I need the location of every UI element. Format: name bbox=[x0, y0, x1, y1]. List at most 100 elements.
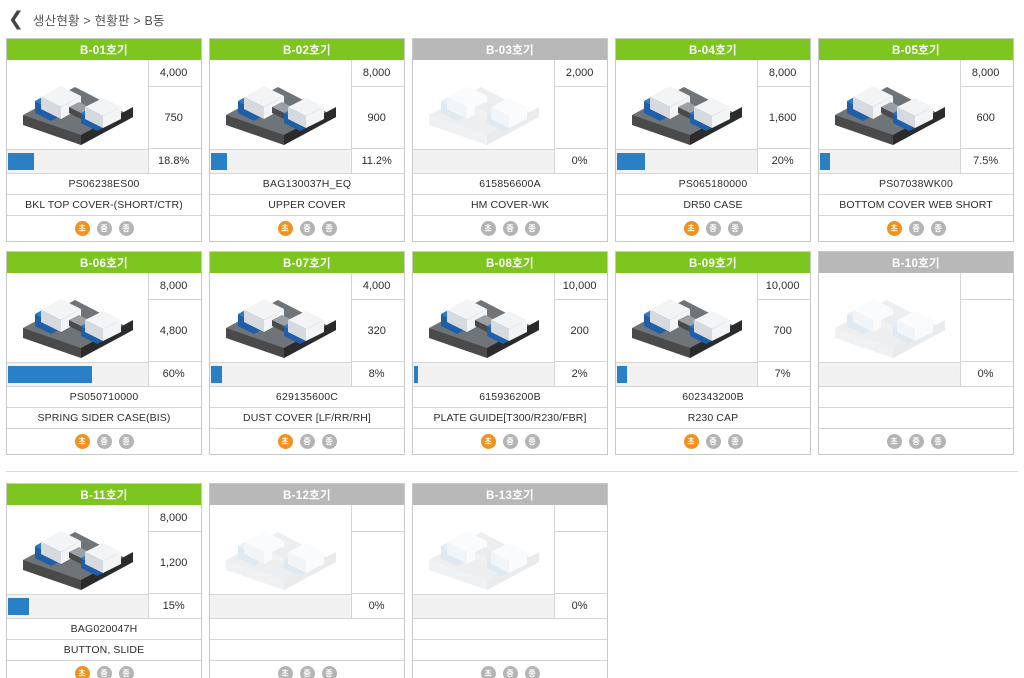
shift-badge-2[interactable]: 중 bbox=[502, 666, 518, 678]
machine-illustration-icon bbox=[413, 273, 555, 362]
shift-badge-3[interactable]: 종 bbox=[524, 434, 540, 449]
shift-badge-3[interactable]: 종 bbox=[321, 434, 337, 449]
shift-badge-1[interactable]: 초 bbox=[886, 221, 902, 236]
shift-badge-3[interactable]: 종 bbox=[118, 221, 134, 236]
shift-badges: 초중종 bbox=[210, 661, 404, 678]
shift-badge-2[interactable]: 중 bbox=[96, 434, 112, 449]
part-code: BAG020047H bbox=[7, 619, 201, 640]
machine-visual-column bbox=[7, 60, 150, 173]
machine-row-1: B-01호기 4,000 750 18.8% PS06238ES00 BKL T… bbox=[6, 38, 1018, 242]
actual-quantity: 4,800 bbox=[149, 300, 201, 362]
machine-illustration-icon bbox=[210, 60, 352, 149]
shift-badge-1[interactable]: 초 bbox=[480, 434, 496, 449]
shift-badge-3[interactable]: 종 bbox=[524, 666, 540, 678]
progress-bar bbox=[413, 362, 555, 386]
machine-name: B-08호기 bbox=[413, 252, 607, 273]
machine-card[interactable]: B-03호기 2,000 0% 615856600A HM COVER-WK 초… bbox=[412, 38, 608, 242]
actual-quantity: 600 bbox=[961, 87, 1013, 149]
progress-track bbox=[617, 153, 757, 170]
machine-card[interactable]: B-05호기 8,000 600 7.5% PS07038WK00 BOTTOM… bbox=[818, 38, 1014, 242]
shift-badge-2[interactable]: 중 bbox=[96, 666, 112, 678]
machine-card[interactable]: B-12호기 0% 초 중 종 bbox=[209, 483, 405, 678]
shift-badge-1[interactable]: 초 bbox=[683, 221, 699, 236]
machine-stats-column: 8,000 1,200 15% bbox=[149, 505, 201, 618]
machine-card[interactable]: B-10호기 0% 초 중 종 bbox=[818, 251, 1014, 455]
back-chevron-icon[interactable]: ❮ bbox=[8, 10, 24, 29]
machine-body: 8,000 1,600 20% bbox=[616, 60, 810, 174]
shift-badge-3[interactable]: 종 bbox=[727, 221, 743, 236]
shift-badge-1[interactable]: 초 bbox=[480, 666, 496, 678]
shift-badge-1[interactable]: 초 bbox=[886, 434, 902, 449]
progress-bar bbox=[210, 594, 352, 618]
machine-card[interactable]: B-02호기 8,000 900 11.2% BAG130037H_EQ UPP… bbox=[209, 38, 405, 242]
shift-badge-1[interactable]: 초 bbox=[74, 434, 90, 449]
progress-bar bbox=[7, 594, 149, 618]
machine-name: B-10호기 bbox=[819, 252, 1013, 273]
shift-badge-2[interactable]: 중 bbox=[908, 221, 924, 236]
machine-illustration-icon bbox=[7, 60, 149, 149]
breadcrumb-bar: ❮ 생산현황 > 현황판 > B동 bbox=[0, 0, 1024, 38]
shift-badge-2[interactable]: 중 bbox=[299, 434, 315, 449]
shift-badge-3[interactable]: 종 bbox=[321, 221, 337, 236]
machine-card[interactable]: B-13호기 0% 초 중 종 bbox=[412, 483, 608, 678]
progress-track bbox=[617, 366, 757, 383]
shift-badge-1[interactable]: 초 bbox=[74, 221, 90, 236]
part-name: SPRING SIDER CASE(BIS) bbox=[7, 408, 201, 429]
shift-badge-3[interactable]: 종 bbox=[727, 434, 743, 449]
machine-card[interactable]: B-04호기 8,000 1,600 20% PS065180000 DR50 … bbox=[615, 38, 811, 242]
machine-card[interactable]: B-07호기 4,000 320 8% 629135600C DUST COVE… bbox=[209, 251, 405, 455]
machine-card[interactable]: B-09호기 10,000 700 7% 602343200B R230 CAP… bbox=[615, 251, 811, 455]
achievement-percent: 7.5% bbox=[961, 149, 1013, 173]
machine-card[interactable]: B-08호기 10,000 200 2% 615936200B PLATE GU… bbox=[412, 251, 608, 455]
shift-badge-3[interactable]: 종 bbox=[930, 434, 946, 449]
machine-visual-column bbox=[7, 273, 150, 386]
machine-card[interactable]: B-06호기 8,000 4,800 60% PS050710000 SPRIN… bbox=[6, 251, 202, 455]
machine-stats-column: 8,000 600 7.5% bbox=[961, 60, 1013, 173]
part-code: 629135600C bbox=[210, 387, 404, 408]
shift-badges: 초중종 bbox=[413, 661, 607, 678]
machine-card[interactable]: B-11호기 8,000 1,200 15% BAG020047H BUTTON… bbox=[6, 483, 202, 678]
shift-badge-1[interactable]: 초 bbox=[480, 221, 496, 236]
shift-badges: 초중종 bbox=[413, 429, 607, 454]
shift-badge-1[interactable]: 초 bbox=[74, 666, 90, 678]
machine-body: 2,000 0% bbox=[413, 60, 607, 174]
part-name: BKL TOP COVER-(SHORT/CTR) bbox=[7, 195, 201, 216]
shift-badge-2[interactable]: 중 bbox=[96, 221, 112, 236]
shift-badge-3[interactable]: 종 bbox=[321, 666, 337, 678]
shift-badge-1[interactable]: 초 bbox=[277, 221, 293, 236]
machine-stats-column: 8,000 1,600 20% bbox=[758, 60, 810, 173]
shift-badge-2[interactable]: 중 bbox=[908, 434, 924, 449]
progress-fill bbox=[211, 366, 223, 383]
machine-body: 0% bbox=[819, 273, 1013, 387]
achievement-percent: 0% bbox=[352, 594, 404, 618]
shift-badge-3[interactable]: 종 bbox=[930, 221, 946, 236]
shift-badge-2[interactable]: 중 bbox=[705, 221, 721, 236]
achievement-percent: 0% bbox=[555, 594, 607, 618]
shift-badge-3[interactable]: 종 bbox=[524, 221, 540, 236]
target-quantity: 4,000 bbox=[149, 60, 201, 87]
part-name: DR50 CASE bbox=[616, 195, 810, 216]
machine-card[interactable]: B-01호기 4,000 750 18.8% PS06238ES00 BKL T… bbox=[6, 38, 202, 242]
achievement-percent: 20% bbox=[758, 149, 810, 173]
shift-badge-2[interactable]: 중 bbox=[299, 221, 315, 236]
machine-visual-column bbox=[210, 60, 353, 173]
shift-badge-3[interactable]: 종 bbox=[118, 666, 134, 678]
progress-bar bbox=[616, 362, 758, 386]
progress-track bbox=[414, 153, 554, 170]
shift-badge-1[interactable]: 초 bbox=[683, 434, 699, 449]
shift-badge-2[interactable]: 중 bbox=[502, 434, 518, 449]
progress-bar bbox=[616, 149, 758, 173]
part-code: 615936200B bbox=[413, 387, 607, 408]
progress-track bbox=[820, 366, 960, 383]
shift-badge-3[interactable]: 종 bbox=[118, 434, 134, 449]
machine-illustration-icon bbox=[616, 60, 758, 149]
part-name bbox=[413, 640, 607, 661]
target-quantity: 8,000 bbox=[149, 273, 201, 300]
shift-badge-1[interactable]: 초 bbox=[277, 666, 293, 678]
shift-badge-1[interactable]: 초 bbox=[277, 434, 293, 449]
part-name bbox=[210, 640, 404, 661]
shift-badge-2[interactable]: 중 bbox=[705, 434, 721, 449]
shift-badge-2[interactable]: 중 bbox=[502, 221, 518, 236]
shift-badge-2[interactable]: 중 bbox=[299, 666, 315, 678]
machine-stats-column: 8,000 900 11.2% bbox=[352, 60, 404, 173]
